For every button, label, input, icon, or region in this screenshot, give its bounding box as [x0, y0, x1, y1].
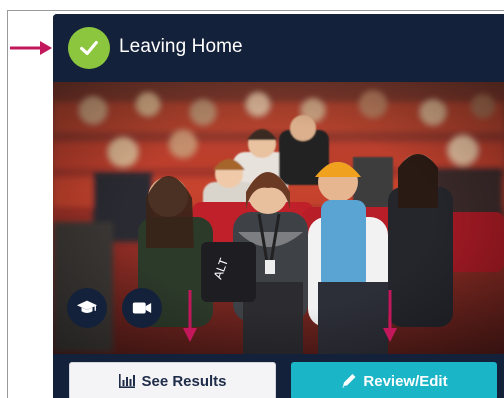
see-results-label: See Results [141, 372, 227, 390]
review-edit-label: Review/Edit [363, 372, 448, 390]
card-title: Leaving Home [119, 36, 243, 57]
bar-chart-icon [119, 374, 136, 388]
audience-photo-illustration: ALT [53, 82, 504, 354]
status-complete-badge [68, 27, 110, 69]
check-icon [80, 40, 98, 56]
annotation-arrow-see-results [183, 290, 197, 342]
frame-top-border [7, 10, 504, 11]
annotation-arrow-review-edit [383, 290, 397, 342]
video-button[interactable] [122, 288, 162, 328]
card-footer: See Results Review/Edit [53, 354, 504, 398]
activity-card: Leaving Home See Results Review/Edit [53, 14, 504, 398]
lesson-type-button[interactable] [67, 288, 107, 328]
annotation-arrow-header [10, 41, 52, 55]
pencil-icon [342, 374, 356, 388]
review-edit-button[interactable]: Review/Edit [291, 362, 497, 398]
video-camera-icon [132, 302, 152, 314]
card-header: Leaving Home [53, 14, 504, 82]
graduation-cap-icon [76, 300, 98, 314]
see-results-button[interactable]: See Results [69, 362, 276, 398]
screenshot-stage: Leaving Home See Results Review/Edit [0, 0, 504, 398]
activity-photo: ALT [53, 82, 504, 354]
frame-left-border [7, 10, 8, 398]
